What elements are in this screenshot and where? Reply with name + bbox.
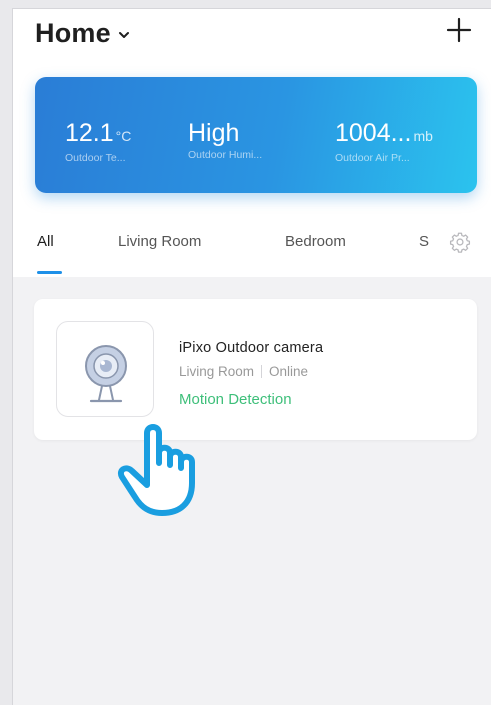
device-thumbnail — [56, 321, 154, 417]
top-section: Home 12.1 °C Outdoor Te... High Outdoor H… — [13, 9, 491, 277]
device-card[interactable]: iPixo Outdoor camera Living Room Online … — [34, 299, 477, 440]
pressure-value: 1004... — [335, 119, 412, 147]
temperature-label: Outdoor Te... — [65, 152, 126, 164]
active-tab-indicator — [37, 271, 62, 274]
temperature-value: 12.1 — [65, 119, 114, 147]
device-name: iPixo Outdoor camera — [179, 340, 324, 356]
temperature-widget: 12.1 °C Outdoor Te... — [65, 119, 131, 164]
tab-truncated[interactable]: S — [419, 233, 429, 250]
device-event: Motion Detection — [179, 391, 292, 408]
gear-icon[interactable] — [449, 231, 471, 253]
device-meta: Living Room Online — [179, 364, 308, 379]
humidity-widget: High Outdoor Humi... — [188, 119, 262, 161]
tab-living-room[interactable]: Living Room — [118, 233, 201, 250]
weather-card[interactable]: 12.1 °C Outdoor Te... High Outdoor Humi..… — [35, 77, 477, 193]
temperature-unit: °C — [115, 128, 132, 144]
tab-bedroom[interactable]: Bedroom — [285, 233, 346, 250]
humidity-label: Outdoor Humi... — [188, 149, 263, 161]
pressure-widget: 1004... mb Outdoor Air Pr... — [335, 119, 433, 164]
humidity-value: High — [188, 119, 240, 147]
app-screen: Home 12.1 °C Outdoor Te... High Outdoor H… — [12, 8, 491, 705]
pointing-hand-icon — [118, 424, 195, 516]
meta-divider — [261, 365, 263, 378]
camera-icon — [85, 345, 127, 403]
room-tabs: All Living Room Bedroom S — [13, 231, 491, 277]
device-room: Living Room — [179, 364, 255, 379]
home-selector[interactable]: Home — [35, 15, 130, 51]
chevron-down-icon — [118, 31, 129, 38]
device-online-status: Online — [269, 364, 309, 379]
tab-all[interactable]: All — [37, 233, 54, 250]
plus-icon[interactable] — [445, 16, 473, 44]
pressure-label: Outdoor Air Pr... — [335, 152, 410, 164]
pressure-unit: mb — [413, 128, 433, 144]
home-title: Home — [35, 17, 111, 48]
